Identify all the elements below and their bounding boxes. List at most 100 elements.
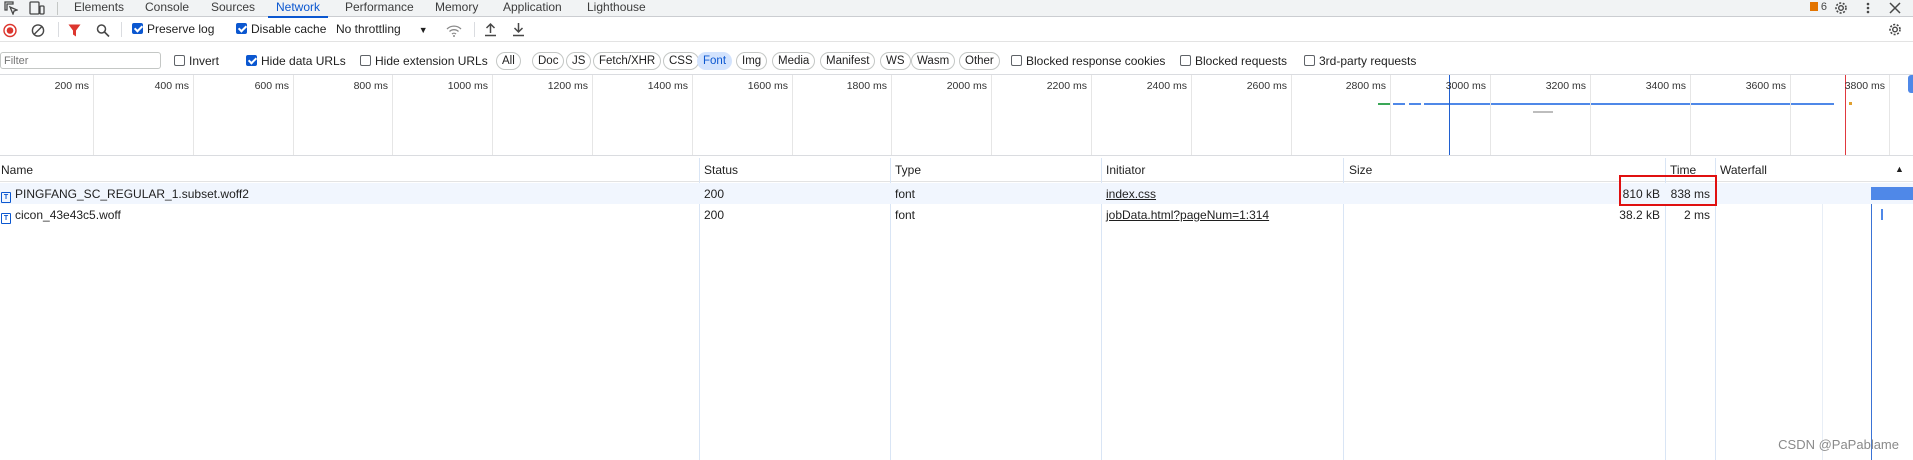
filter-bar: Invert Hide data URLs Hide extension URL… [0, 48, 1913, 74]
settings-gear-icon[interactable] [1834, 1, 1848, 15]
inspect-element-icon[interactable] [4, 1, 18, 15]
third-party-requests-label: 3rd-party requests [1319, 54, 1417, 68]
overview-bar-blue-short [1393, 103, 1405, 105]
table-row[interactable]: Tcicon_43e43c5.woff 200 font jobData.htm… [0, 204, 1913, 225]
timeline-tick-label: 3600 ms [1745, 80, 1786, 92]
timeline-tick-label: 1200 ms [547, 80, 588, 92]
request-name-cell[interactable]: T PINGFANG_SC_REGULAR_1.subset.woff2 [1, 187, 249, 203]
hide-extension-urls-label: Hide extension URLs [375, 54, 488, 68]
network-toolbar: Preserve log Disable cache No throttling… [0, 17, 1913, 42]
tab-network[interactable]: Network [267, 0, 329, 18]
type-cell: font [895, 208, 916, 222]
checkbox-unchecked-icon [1180, 55, 1191, 66]
tab-memory[interactable]: Memory [435, 0, 478, 17]
tab-application[interactable]: Application [503, 0, 562, 17]
third-party-requests-checkbox[interactable]: 3rd-party requests [1304, 54, 1416, 69]
type-filter-ws[interactable]: WS [880, 52, 911, 70]
export-har-download-icon[interactable] [512, 22, 525, 37]
tab-performance[interactable]: Performance [345, 0, 414, 17]
column-header-size[interactable]: Size [1349, 163, 1372, 177]
tab-lighthouse[interactable]: Lighthouse [587, 0, 646, 17]
timeline-gridline [392, 75, 393, 155]
blocked-response-cookies-checkbox[interactable]: Blocked response cookies [1011, 54, 1165, 69]
column-header-status[interactable]: Status [704, 163, 738, 177]
import-har-upload-icon[interactable] [484, 22, 497, 37]
timeline-tick-label: 2200 ms [1046, 80, 1087, 92]
timeline-gridline [592, 75, 593, 155]
timeline-tick-label: 1400 ms [647, 80, 688, 92]
type-filter-js[interactable]: JS [566, 52, 592, 70]
hide-data-urls-checkbox[interactable]: Hide data URLs [246, 54, 346, 69]
network-overview-timeline[interactable]: 200 ms 400 ms 600 ms 800 ms 1000 ms 1200 ms 14… [0, 74, 1913, 156]
blocked-response-cookies-label: Blocked response cookies [1026, 54, 1166, 68]
timeline-gridline [1191, 75, 1192, 155]
type-filter-media[interactable]: Media [772, 52, 816, 70]
toolbar-divider [474, 22, 475, 37]
type-filter-font[interactable]: Font [697, 52, 733, 70]
status-cell: 200 [704, 187, 725, 201]
close-icon[interactable] [1888, 1, 1902, 15]
type-filter-fetch-xhr[interactable]: Fetch/XHR [593, 52, 662, 70]
preserve-log-checkbox[interactable]: Preserve log [132, 22, 214, 37]
initiator-link[interactable]: index.css [1106, 187, 1156, 201]
type-filter-all[interactable]: All [496, 52, 521, 70]
blocked-requests-checkbox[interactable]: Blocked requests [1180, 54, 1287, 69]
timeline-tick-label: 1800 ms [846, 80, 887, 92]
timeline-gridline [891, 75, 892, 155]
column-header-name[interactable]: Name [1, 163, 33, 177]
timeline-gridline [1690, 75, 1691, 155]
tab-console[interactable]: Console [145, 0, 189, 17]
filter-funnel-icon[interactable] [68, 23, 81, 38]
issue-flag-icon [1809, 2, 1818, 11]
tab-sources[interactable]: Sources [211, 0, 255, 17]
timeline-gridline [1291, 75, 1292, 155]
type-filter-wasm[interactable]: Wasm [911, 52, 956, 70]
request-name-cell[interactable]: Tcicon_43e43c5.woff [1, 208, 121, 224]
timeline-tick-label: 3400 ms [1645, 80, 1686, 92]
checkbox-unchecked-icon [1304, 55, 1315, 66]
timeline-gridline [1390, 75, 1391, 155]
timeline-gridline [991, 75, 992, 155]
waterfall-bar [1871, 187, 1913, 200]
type-filter-manifest[interactable]: Manifest [820, 52, 876, 70]
watermark-text: CSDN @PaPablame [1778, 437, 1899, 452]
search-icon[interactable] [96, 23, 110, 38]
annotation-highlight-box [1619, 175, 1717, 206]
filter-input[interactable] [0, 52, 161, 69]
sort-ascending-icon[interactable]: ▲ [1895, 164, 1904, 174]
column-header-initiator[interactable]: Initiator [1106, 163, 1145, 177]
checkbox-checked-icon [132, 23, 143, 34]
timeline-tick-label: 200 ms [54, 80, 89, 92]
timeline-tick-label: 600 ms [254, 80, 289, 92]
throttling-value: No throttling [336, 22, 401, 36]
invert-checkbox[interactable]: Invert [174, 54, 219, 69]
checkbox-checked-icon [246, 55, 257, 66]
timeline-tick-label: 1600 ms [747, 80, 788, 92]
hide-data-urls-label: Hide data URLs [261, 54, 346, 68]
tab-elements[interactable]: Elements [74, 0, 124, 17]
clear-icon[interactable] [31, 23, 45, 38]
dropdown-arrow-icon: ▼ [418, 25, 428, 35]
type-filter-img[interactable]: Img [736, 52, 768, 70]
throttling-select[interactable]: No throttling ▼ [336, 22, 428, 37]
type-filter-other[interactable]: Other [959, 52, 1000, 70]
load-dot [1849, 102, 1852, 105]
column-header-type[interactable]: Type [895, 163, 921, 177]
hide-extension-urls-checkbox[interactable]: Hide extension URLs [360, 54, 488, 69]
disable-cache-checkbox[interactable]: Disable cache [236, 22, 326, 37]
type-filter-doc[interactable]: Doc [532, 52, 565, 70]
network-settings-gear-icon[interactable] [1888, 22, 1902, 37]
timeline-gridline [1790, 75, 1791, 155]
device-toolbar-icon[interactable] [29, 1, 45, 15]
initiator-link[interactable]: jobData.html?pageNum=1:314 [1106, 208, 1269, 222]
toolbar-divider [58, 22, 59, 37]
type-filter-css[interactable]: CSS [663, 52, 699, 70]
record-stop-icon[interactable] [3, 23, 17, 38]
more-options-icon[interactable] [1865, 1, 1871, 15]
column-header-waterfall[interactable]: Waterfall [1720, 163, 1767, 177]
issues-counter[interactable]: 6 [1809, 1, 1827, 13]
toolbar-divider [121, 22, 122, 37]
network-conditions-wifi-icon[interactable] [446, 23, 462, 38]
timeline-gridline [792, 75, 793, 155]
overview-scroll-handle[interactable] [1908, 75, 1913, 93]
